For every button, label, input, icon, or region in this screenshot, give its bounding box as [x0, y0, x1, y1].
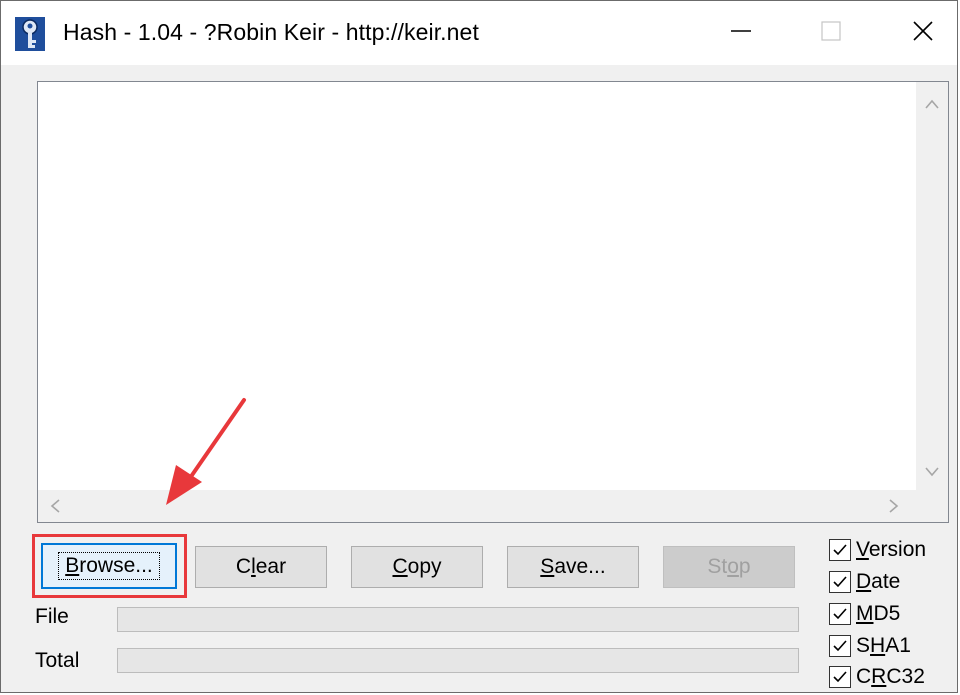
scrollbar-corner: [916, 490, 948, 522]
minimize-button[interactable]: [711, 11, 771, 55]
save-button[interactable]: Save...: [507, 546, 639, 588]
clear-button-label: Clear: [235, 555, 287, 578]
checkbox-md5[interactable]: [829, 603, 851, 625]
maximize-icon: [819, 19, 843, 48]
hash-output-area[interactable]: [37, 81, 949, 523]
checkbox-crc32[interactable]: [829, 666, 851, 688]
window-title: Hash - 1.04 - ?Robin Keir - http://keir.…: [63, 19, 479, 45]
close-icon: [911, 19, 935, 48]
checkbox-sha1[interactable]: [829, 635, 851, 657]
save-button-label: Save...: [540, 555, 606, 578]
title-bar[interactable]: Hash - 1.04 - ?Robin Keir - http://keir.…: [1, 1, 957, 65]
vertical-scrollbar[interactable]: [916, 82, 948, 490]
hash-window: Hash - 1.04 - ?Robin Keir - http://keir.…: [0, 0, 958, 693]
maximize-button[interactable]: [801, 11, 861, 55]
checkmark-icon: [833, 608, 847, 620]
checkmark-icon: [833, 640, 847, 652]
scroll-up-icon[interactable]: [925, 96, 939, 114]
total-progress-bar: [117, 648, 799, 673]
browse-button[interactable]: Browse...: [41, 543, 177, 589]
stop-button[interactable]: Stop: [663, 546, 795, 588]
checkmark-icon: [833, 576, 847, 588]
browse-button-label: Browse...: [58, 552, 160, 580]
option-md5-label: MD5: [856, 602, 901, 625]
clear-button[interactable]: Clear: [195, 546, 327, 588]
minimize-icon: [729, 19, 753, 48]
checkmark-icon: [833, 544, 847, 556]
scroll-left-icon[interactable]: [50, 499, 60, 518]
option-sha1-label: SHA1: [856, 634, 911, 657]
stop-button-label: Stop: [707, 555, 751, 578]
option-version[interactable]: Version: [829, 536, 926, 564]
option-date-label: Date: [856, 570, 901, 593]
checkbox-date[interactable]: [829, 571, 851, 593]
close-button[interactable]: [893, 11, 953, 55]
file-progress-label: File: [35, 605, 69, 628]
option-date[interactable]: Date: [829, 568, 900, 596]
option-version-label: Version: [856, 538, 927, 561]
file-progress-bar: [117, 607, 799, 632]
scroll-right-icon[interactable]: [889, 499, 899, 518]
option-crc32-label: CRC32: [856, 665, 925, 688]
option-sha1[interactable]: SHA1: [829, 632, 911, 660]
checkbox-version[interactable]: [829, 539, 851, 561]
horizontal-scrollbar[interactable]: [38, 490, 916, 522]
option-md5[interactable]: MD5: [829, 600, 900, 628]
copy-button-label: Copy: [392, 555, 442, 578]
option-crc32[interactable]: CRC32: [829, 663, 925, 691]
scroll-down-icon[interactable]: [925, 464, 939, 482]
copy-button[interactable]: Copy: [351, 546, 483, 588]
total-progress-label: Total: [35, 649, 80, 672]
checkmark-icon: [833, 671, 847, 683]
key-icon: [15, 17, 45, 51]
